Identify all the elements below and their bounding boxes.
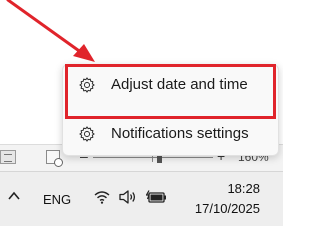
taskbar-clock-time[interactable]: 18:28 (180, 181, 260, 196)
chevron-up-icon[interactable] (8, 189, 20, 203)
menu-item-label: Notifications settings (111, 125, 249, 142)
taskbar-clock-date[interactable]: 17/10/2025 (170, 201, 260, 216)
gear-icon (79, 126, 95, 142)
gear-icon (79, 77, 95, 93)
wifi-icon[interactable] (94, 190, 110, 204)
battery-charging-icon[interactable] (146, 190, 166, 204)
taskbar-clock-context-menu: Adjust date and time Notifications setti… (62, 64, 279, 156)
normal-view-icon[interactable] (0, 150, 16, 164)
zoom-slider-track[interactable] (93, 157, 213, 158)
menu-item-label: Adjust date and time (111, 76, 248, 93)
menu-item-adjust-date-time[interactable]: Adjust date and time (67, 67, 274, 103)
page-view-icon[interactable] (46, 150, 63, 167)
screenshot-stage: – + 160% ENG 18:28 17/10/2025 Adjust dat… (0, 0, 283, 226)
menu-item-notifications-settings[interactable]: Notifications settings (67, 116, 274, 152)
volume-icon[interactable] (119, 189, 137, 205)
input-language-indicator[interactable]: ENG (43, 192, 71, 207)
